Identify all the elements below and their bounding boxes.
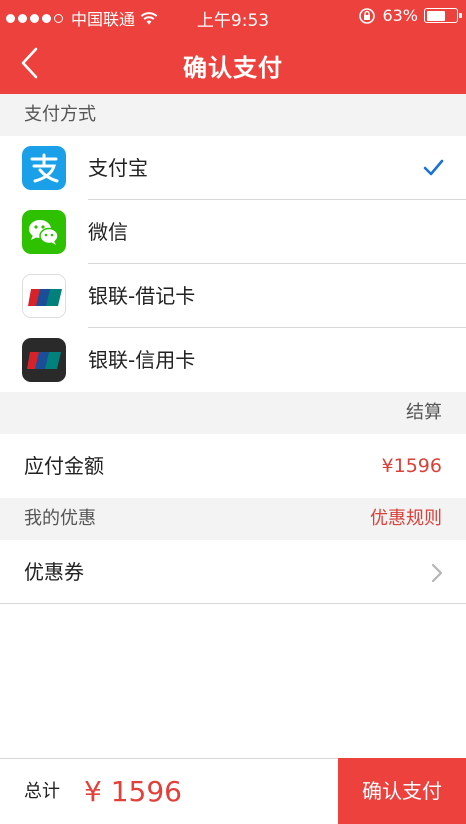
page-title: 确认支付	[183, 54, 283, 82]
total-amount: ¥ 1596	[84, 775, 182, 808]
discount-rules-link[interactable]: 优惠规则	[370, 498, 442, 540]
payment-option-unionpay-debit[interactable]: 银联-借记卡	[0, 264, 466, 328]
coupon-label: 优惠券	[24, 560, 84, 584]
total-label: 总计	[24, 781, 60, 802]
footer-bar: 总计 ¥ 1596 确认支付	[0, 758, 466, 824]
rotation-lock-icon	[359, 7, 376, 24]
unionpay-credit-icon	[22, 338, 66, 382]
payment-option-label: 银联-信用卡	[88, 348, 196, 372]
amount-due-row: 应付金额 ¥1596	[0, 434, 466, 498]
nav-bar: 确认支付	[0, 32, 466, 94]
payment-section-title: 支付方式	[24, 104, 96, 125]
battery-icon	[424, 8, 462, 23]
discount-section-header: 我的优惠 优惠规则	[0, 498, 466, 540]
confirm-payment-button[interactable]: 确认支付	[338, 758, 466, 824]
wechat-icon	[22, 210, 66, 254]
battery-percent: 63%	[382, 6, 418, 25]
settlement-section-header: 结算	[0, 392, 466, 434]
header: 中国联通 上午9:53 63% 确认支付	[0, 0, 466, 94]
payment-option-unionpay-credit[interactable]: 银联-信用卡	[0, 328, 466, 392]
alipay-icon	[22, 146, 66, 190]
checkmark-icon	[423, 159, 444, 176]
coupon-row[interactable]: 优惠券	[0, 540, 466, 604]
chevron-right-icon	[431, 563, 443, 583]
payment-option-wechat[interactable]: 微信	[0, 200, 466, 264]
payment-option-alipay[interactable]: 支付宝	[0, 136, 466, 200]
amount-due-value: ¥1596	[381, 455, 442, 477]
payment-option-label: 支付宝	[88, 156, 148, 180]
unionpay-debit-icon	[22, 274, 66, 318]
discount-section-title: 我的优惠	[24, 508, 96, 529]
status-bar: 中国联通 上午9:53 63%	[0, 0, 466, 32]
settlement-section-title: 结算	[406, 402, 442, 423]
payment-option-label: 银联-借记卡	[88, 284, 196, 308]
amount-due-label: 应付金额	[24, 454, 104, 478]
payment-option-label: 微信	[88, 220, 128, 244]
payment-section-header: 支付方式	[0, 94, 466, 136]
